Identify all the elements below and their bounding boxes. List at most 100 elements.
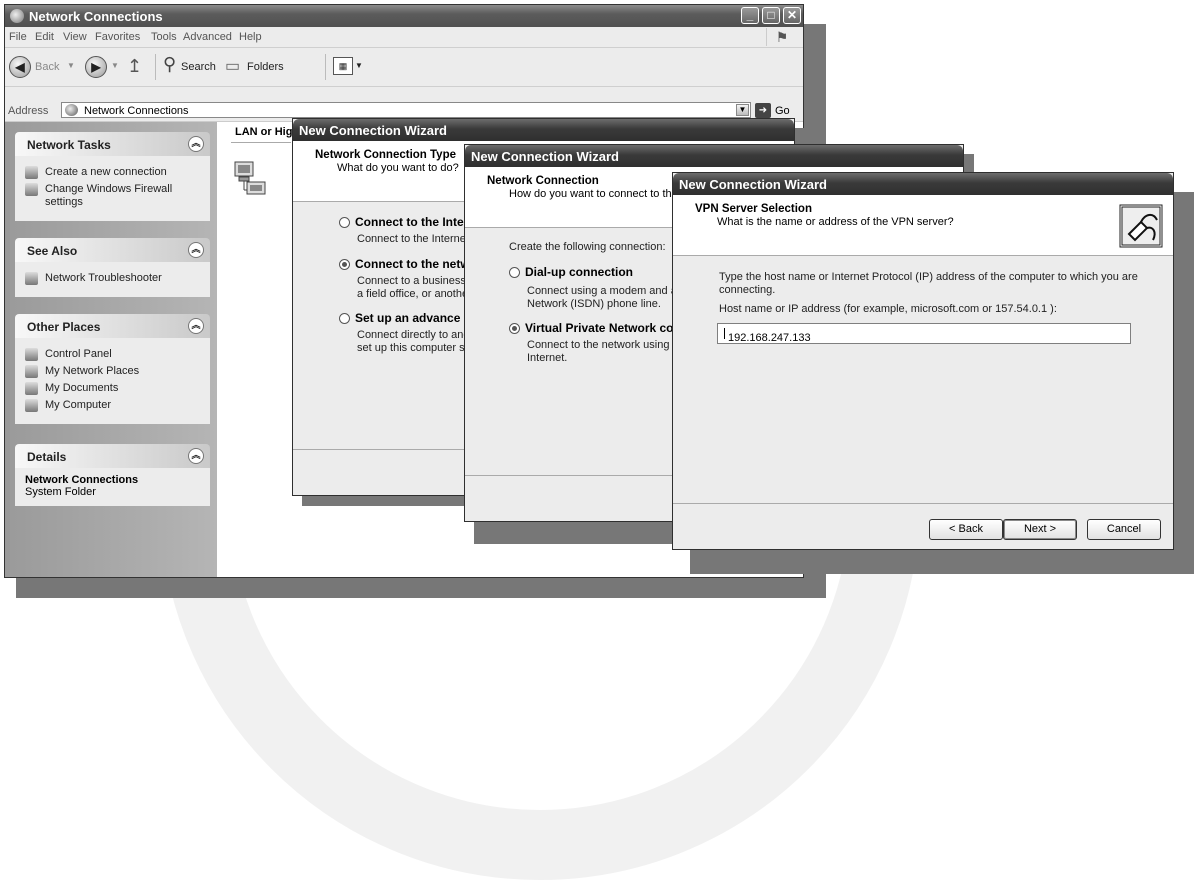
panel-header[interactable]: Network Tasks ︽ bbox=[15, 132, 210, 156]
folders-button[interactable]: Folders bbox=[247, 61, 284, 73]
panel-title: Details bbox=[27, 450, 67, 464]
toolbar: ◀ Back ▼ ▶ ▼ ↥ ⚲ Search ▭ Folders ▦ ▼ bbox=[5, 48, 803, 87]
host-address-input[interactable]: 192.168.247.133 bbox=[717, 323, 1131, 344]
option-title[interactable]: Set up an advance bbox=[355, 311, 460, 325]
link-label: Change Windows Firewall settings bbox=[45, 183, 173, 208]
option-title[interactable]: Dial-up connection bbox=[525, 265, 633, 279]
option-title[interactable]: Virtual Private Network co bbox=[525, 321, 674, 335]
search-button[interactable]: Search bbox=[181, 61, 216, 73]
windows-flag-icon: ⚑ bbox=[766, 28, 797, 46]
link-label: My Documents bbox=[45, 382, 119, 394]
my-documents-link[interactable]: My Documents bbox=[25, 382, 200, 395]
folders-icon[interactable]: ▭ bbox=[225, 56, 240, 76]
go-button[interactable]: ➜ Go bbox=[755, 103, 799, 119]
details-name: Network Connections bbox=[25, 474, 139, 486]
title-bar[interactable]: Network Connections _ □ ✕ bbox=[5, 5, 803, 27]
firewall-icon bbox=[25, 183, 38, 196]
forward-dropdown-icon[interactable]: ▼ bbox=[111, 61, 119, 70]
collapse-chevron-icon[interactable]: ︽ bbox=[188, 448, 204, 464]
back-button[interactable]: < Back bbox=[929, 519, 1003, 540]
panel-header[interactable]: Details ︽ bbox=[15, 444, 210, 468]
internet-radio[interactable] bbox=[339, 217, 350, 228]
wizard-title-bar[interactable]: New Connection Wizard bbox=[673, 173, 1173, 195]
toolbar-separator bbox=[325, 54, 326, 80]
option-description: Connect using a modem and a Network (ISD… bbox=[527, 285, 677, 310]
option-title[interactable]: Connect to the Inte bbox=[355, 215, 464, 229]
vpn-radio[interactable] bbox=[509, 323, 520, 334]
network-icon bbox=[10, 9, 24, 23]
lan-connection-icon[interactable] bbox=[233, 160, 271, 198]
views-dropdown-icon[interactable]: ▼ bbox=[355, 61, 363, 70]
my-network-places-link[interactable]: My Network Places bbox=[25, 365, 200, 378]
header-title: Network Connection Type bbox=[315, 149, 456, 161]
panel-header[interactable]: Other Places ︽ bbox=[15, 314, 210, 338]
wizard-title: New Connection Wizard bbox=[679, 177, 827, 192]
panel-title: Other Places bbox=[27, 320, 101, 334]
address-value: Network Connections bbox=[84, 105, 189, 117]
option-description: Connect to a business a field office, or… bbox=[357, 275, 469, 300]
other-places-panel: Other Places ︽ Control Panel My Network … bbox=[15, 314, 210, 424]
instruction-text: Type the host name or Internet Protocol … bbox=[719, 271, 1138, 296]
firewall-settings-link[interactable]: Change Windows Firewall settings bbox=[25, 183, 200, 209]
control-panel-link[interactable]: Control Panel bbox=[25, 348, 200, 361]
network-tasks-panel: Network Tasks ︽ Create a new connection … bbox=[15, 132, 210, 221]
host-address-value: 192.168.247.133 bbox=[728, 332, 811, 344]
advanced-radio[interactable] bbox=[339, 313, 350, 324]
collapse-chevron-icon[interactable]: ︽ bbox=[188, 318, 204, 334]
option-title[interactable]: Connect to the netw bbox=[355, 257, 470, 271]
dialup-radio[interactable] bbox=[509, 267, 520, 278]
back-button-label[interactable]: Back bbox=[35, 61, 59, 73]
computer-icon bbox=[25, 399, 38, 412]
my-computer-link[interactable]: My Computer bbox=[25, 399, 200, 412]
menu-help[interactable]: Help bbox=[239, 31, 262, 43]
header-subtitle: What is the name or address of the VPN s… bbox=[717, 216, 954, 228]
menu-tools[interactable]: Tools bbox=[151, 31, 177, 43]
menu-favorites[interactable]: Favorites bbox=[95, 31, 140, 43]
address-dropdown-icon[interactable]: ▼ bbox=[736, 104, 749, 116]
wizard-title-bar[interactable]: New Connection Wizard bbox=[293, 119, 794, 141]
control-panel-icon bbox=[25, 348, 38, 361]
collapse-chevron-icon[interactable]: ︽ bbox=[188, 136, 204, 152]
panel-header[interactable]: See Also ︽ bbox=[15, 238, 210, 262]
vpn-server-wizard: New Connection Wizard VPN Server Selecti… bbox=[672, 172, 1174, 550]
back-arrow-icon[interactable]: ◀ bbox=[9, 56, 31, 78]
documents-folder-icon bbox=[25, 382, 38, 395]
details-panel: Details ︽ Network Connections System Fol… bbox=[15, 444, 210, 506]
group-header: LAN or High bbox=[235, 126, 300, 138]
link-label: Network Troubleshooter bbox=[45, 272, 162, 284]
menu-edit[interactable]: Edit bbox=[35, 31, 54, 43]
vpn-cable-icon bbox=[1119, 204, 1163, 248]
connection-prompt: Create the following connection: bbox=[509, 241, 666, 253]
host-field-label: Host name or IP address (for example, mi… bbox=[719, 303, 1057, 315]
create-connection-link[interactable]: Create a new connection bbox=[25, 166, 200, 179]
wizard-title-bar[interactable]: New Connection Wizard bbox=[465, 145, 963, 167]
text-caret bbox=[724, 328, 725, 339]
header-subtitle: How do you want to connect to the bbox=[509, 188, 678, 200]
next-button[interactable]: Next > bbox=[1003, 519, 1077, 540]
up-folder-icon[interactable]: ↥ bbox=[127, 56, 142, 77]
menu-view[interactable]: View bbox=[63, 31, 87, 43]
close-button[interactable]: ✕ bbox=[783, 7, 801, 24]
forward-arrow-icon[interactable]: ▶ bbox=[85, 56, 107, 78]
collapse-chevron-icon[interactable]: ︽ bbox=[188, 242, 204, 258]
network-troubleshooter-link[interactable]: Network Troubleshooter bbox=[25, 272, 200, 285]
wizard-header: VPN Server Selection What is the name or… bbox=[673, 195, 1173, 256]
search-icon[interactable]: ⚲ bbox=[163, 54, 176, 75]
maximize-button[interactable]: □ bbox=[762, 7, 780, 24]
address-input[interactable]: Network Connections ▼ bbox=[61, 102, 751, 118]
menu-file[interactable]: File bbox=[9, 31, 27, 43]
wizard-title: New Connection Wizard bbox=[471, 149, 619, 164]
option-description: Connect to the network using a Internet. bbox=[527, 339, 679, 364]
menu-bar: File Edit View Favorites Tools Advanced … bbox=[5, 27, 803, 48]
menu-advanced[interactable]: Advanced bbox=[183, 31, 232, 43]
panel-title: See Also bbox=[27, 244, 78, 258]
link-label: My Computer bbox=[45, 399, 112, 411]
toolbar-separator bbox=[155, 54, 156, 80]
header-title: VPN Server Selection bbox=[695, 203, 812, 215]
workplace-radio[interactable] bbox=[339, 259, 350, 270]
views-icon[interactable]: ▦ bbox=[333, 57, 353, 75]
back-dropdown-icon[interactable]: ▼ bbox=[67, 61, 75, 70]
wizard-title: New Connection Wizard bbox=[299, 123, 447, 138]
cancel-button[interactable]: Cancel bbox=[1087, 519, 1161, 540]
minimize-button[interactable]: _ bbox=[741, 7, 759, 24]
